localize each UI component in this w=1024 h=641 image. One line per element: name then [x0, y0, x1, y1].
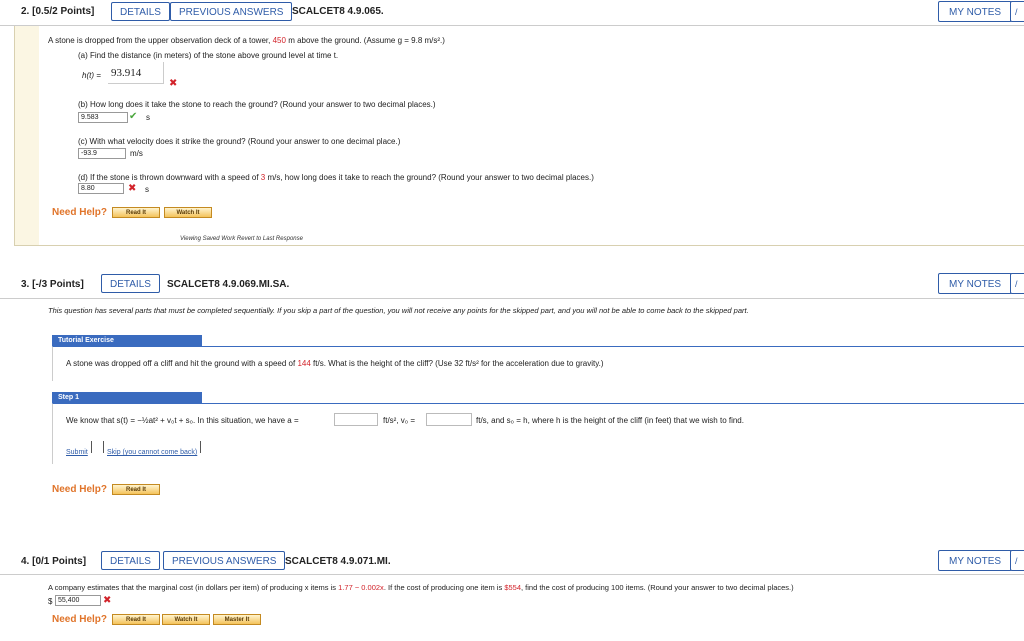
q3-step-text: We know that s(t) = −½at² + v₀t + s₀. In… [66, 416, 299, 425]
q4-divider [0, 574, 1024, 575]
q3-submit-link[interactable]: Submit [66, 449, 88, 456]
q2-viewing-saved-work[interactable]: Viewing Saved Work Revert to Last Respon… [180, 236, 303, 242]
q4-watch-it-button[interactable]: Watch It [162, 614, 210, 625]
q4-prompt: A company estimates that the marginal co… [48, 583, 794, 592]
q2-part-d-incorrect-icon: ✖ [128, 183, 137, 194]
q3-details-button[interactable]: DETAILS [101, 274, 160, 293]
q2-previous-answers-button[interactable]: PREVIOUS ANSWERS [170, 2, 293, 21]
q2-part-b-input[interactable]: 9.583 [78, 112, 128, 123]
q2-bottom-rule [14, 245, 1024, 246]
q2-id: SCALCET8 4.9.065. [292, 6, 384, 17]
q3-divider [0, 298, 1024, 299]
q3-read-it-button[interactable]: Read It [112, 484, 160, 495]
q3-my-notes-button[interactable]: MY NOTES [938, 273, 1013, 294]
q2-my-notes-button[interactable]: MY NOTES [938, 1, 1013, 22]
q2-part-a-label: h(t) = [82, 71, 101, 80]
q2-part-c: (c) With what velocity does it strike th… [78, 137, 401, 146]
q2-watch-it-button[interactable]: Watch It [164, 207, 212, 218]
q2-part-b-unit: s [146, 113, 150, 122]
q3-number: 3. [-/3 Points] [21, 279, 84, 290]
q3-v0-input[interactable] [426, 413, 472, 426]
q3-step-banner: Step 1 [52, 392, 202, 403]
q4-number: 4. [0/1 Points] [21, 556, 87, 567]
q2-part-b-correct-icon: ✔ [129, 111, 138, 122]
q3-more-button[interactable]: / [1010, 273, 1024, 294]
q3-notice: This question has several parts that mus… [48, 306, 749, 315]
q2-read-it-button[interactable]: Read It [112, 207, 160, 218]
q2-prompt: A stone is dropped from the upper observ… [48, 36, 445, 45]
q4-my-notes-button[interactable]: MY NOTES [938, 550, 1013, 571]
q2-divider [0, 25, 1024, 26]
q3-skip-link[interactable]: Skip (you cannot come back) [107, 449, 197, 456]
q3-skip-wrap: Skip (you cannot come back) [103, 441, 202, 456]
q2-part-d: (d) If the stone is thrown downward with… [78, 173, 594, 182]
q2-part-a: (a) Find the distance (in meters) of the… [78, 51, 339, 60]
q4-master-it-button[interactable]: Master It [213, 614, 261, 625]
q3-unit1: ft/s², v₀ = [383, 416, 415, 425]
q4-answer-input[interactable]: 55,400 [55, 595, 101, 606]
q3-exercise: A stone was dropped off a cliff and hit … [66, 359, 604, 368]
q2-details-button[interactable]: DETAILS [111, 2, 170, 21]
q2-part-c-input[interactable]: -93.9 [78, 148, 126, 159]
q3-tutorial-banner: Tutorial Exercise [52, 335, 202, 346]
q2-part-d-input[interactable]: 8.80 [78, 183, 124, 194]
q4-more-button[interactable]: / [1010, 550, 1024, 571]
q2-part-b: (b) How long does it take the stone to r… [78, 100, 436, 109]
q4-read-it-button[interactable]: Read It [112, 614, 160, 625]
q3-a-input[interactable] [334, 413, 378, 426]
q3-submit-wrap: Submit [66, 441, 92, 456]
q3-unit2: ft/s, and s₀ = h, where h is the height … [476, 416, 744, 425]
q2-part-a-answer[interactable]: 93.914 [108, 62, 164, 84]
q4-previous-answers-button[interactable]: PREVIOUS ANSWERS [163, 551, 286, 570]
q3-id: SCALCET8 4.9.069.MI.SA. [167, 279, 290, 290]
q2-part-d-unit: s [145, 185, 149, 194]
q4-incorrect-icon: ✖ [103, 595, 112, 606]
q2-more-button[interactable]: / [1010, 1, 1024, 22]
q2-part-c-unit: m/s [130, 149, 143, 158]
q4-id: SCALCET8 4.9.071.MI. [285, 556, 391, 567]
q3-step-box [52, 403, 1024, 464]
q4-currency: $ [48, 597, 53, 606]
q2-left-bar [14, 26, 39, 246]
q2-number: 2. [0.5/2 Points] [21, 6, 95, 17]
q4-details-button[interactable]: DETAILS [101, 551, 160, 570]
q4-need-help: Need Help? [52, 614, 108, 625]
q2-need-help: Need Help? [52, 207, 108, 218]
q3-need-help: Need Help? [52, 484, 108, 495]
q2-part-a-incorrect-icon: ✖ [169, 78, 178, 89]
